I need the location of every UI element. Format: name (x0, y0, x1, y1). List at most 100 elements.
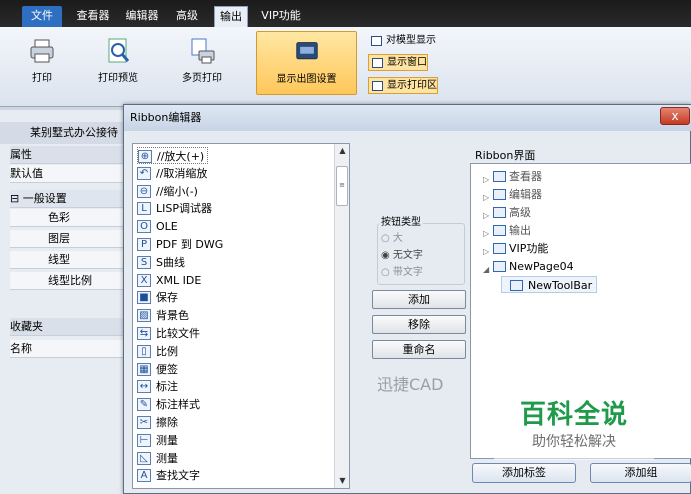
display-window-button[interactable]: 显示窗口 (368, 54, 428, 71)
property-layer[interactable]: 图层 (10, 230, 134, 248)
sticky-note-icon: ▦ (137, 362, 151, 376)
command-item[interactable]: ↶ //取消缩放 (137, 165, 207, 182)
command-label: 测量 (156, 433, 178, 447)
command-item[interactable]: O OLE (137, 218, 178, 235)
print-preview-button[interactable]: 打印预览 (88, 37, 148, 84)
display-print-area-icon (372, 81, 383, 91)
close-button[interactable]: x (660, 107, 690, 125)
add-tab-button[interactable]: 添加标签 (472, 463, 576, 483)
printer-icon (30, 39, 54, 63)
erase-icon: ✂ (137, 416, 151, 429)
add-button[interactable]: 添加 (372, 290, 466, 309)
command-item[interactable]: ↔ 标注 (137, 378, 178, 395)
display-window-label: 显示窗口 (387, 57, 427, 68)
command-item[interactable]: ▯ 比例 (137, 343, 178, 360)
scroll-thumb[interactable]: ≡ (336, 166, 348, 206)
command-item[interactable]: ✎ 标注样式 (137, 396, 200, 413)
command-item[interactable]: ✂ 擦除 (137, 414, 178, 431)
monitor-icon (295, 42, 318, 60)
command-label: XML IDE (156, 273, 202, 287)
model-display-label: 对模型显示 (386, 35, 436, 46)
command-label: 便签 (156, 362, 178, 376)
show-output-settings-label: 显示出图设置 (276, 74, 337, 85)
tree-node-vip[interactable]: ▷ VIP功能 (483, 240, 548, 257)
print-label: 打印 (32, 73, 52, 84)
command-label: 比例 (156, 344, 178, 358)
tab-file[interactable]: 文件 (22, 6, 62, 27)
general-settings-group[interactable]: ⊟ 一般设置 (10, 190, 126, 208)
model-display-icon (371, 36, 382, 46)
scroll-down-icon[interactable]: ▼ (335, 474, 350, 488)
property-linetype[interactable]: 线型 (10, 251, 134, 269)
ole-icon: O (137, 220, 151, 234)
radio-large[interactable]: ○ 大 (381, 229, 403, 244)
display-print-area-button[interactable]: 显示打印区 (368, 77, 438, 94)
drawing-title: 某别墅式办公接待 (0, 122, 134, 144)
command-item[interactable]: ■ 保存 (137, 289, 178, 306)
model-display-button[interactable]: 对模型显示 (368, 33, 436, 50)
command-item[interactable]: S S曲线 (137, 254, 185, 271)
command-label: 保存 (156, 291, 178, 305)
zoom-in-icon: ⊕ (138, 150, 152, 163)
scroll-up-icon[interactable]: ▲ (335, 144, 350, 158)
command-item[interactable]: ⊖ //缩小(-) (137, 183, 198, 200)
page-icon (493, 189, 506, 200)
xml-ide-icon: X (137, 273, 151, 287)
property-color[interactable]: 色彩 (10, 209, 134, 227)
command-label: //放大(+) (157, 150, 205, 163)
command-item[interactable]: ▦ 便签 (137, 361, 178, 378)
tab-output[interactable]: 输出 (214, 6, 248, 27)
tab-vip[interactable]: VIP功能 (258, 6, 304, 27)
command-item[interactable]: A 查找文字 (137, 467, 200, 484)
command-label: 标注 (156, 380, 178, 394)
collapse-icon[interactable]: ◢ (483, 261, 489, 278)
command-item[interactable]: ⊕ //放大(+) (137, 147, 209, 164)
command-label: LISP调试器 (156, 202, 212, 216)
command-item[interactable]: L LISP调试器 (137, 200, 212, 217)
radio-no-text[interactable]: ◉ 无文字 (381, 246, 423, 261)
command-label: 标注样式 (156, 398, 200, 412)
dimension-style-icon: ✎ (137, 398, 151, 412)
radio-with-text[interactable]: ○ 带文字 (381, 263, 423, 278)
remove-button[interactable]: 移除 (372, 315, 466, 334)
command-list-scrollbar[interactable]: ▲ ≡ ▼ (334, 144, 349, 488)
properties-header: 属性 (10, 146, 126, 164)
show-output-settings-button[interactable]: 显示出图设置 (256, 31, 357, 95)
measure-angle-icon: ◺ (137, 451, 151, 465)
tree-node-newtoolbar[interactable]: NewToolBar (501, 276, 598, 293)
tree-node-output[interactable]: ▷ 输出 (483, 222, 531, 239)
s-curve-icon: S (137, 255, 151, 269)
compare-files-icon: ⇆ (137, 327, 151, 340)
tab-advanced[interactable]: 高级 (172, 6, 202, 27)
tree-node-editor[interactable]: ▷ 编辑器 (483, 186, 542, 203)
command-label: //缩小(-) (156, 184, 198, 198)
page-icon (493, 171, 506, 182)
command-item[interactable]: ⇆ 比较文件 (137, 325, 200, 342)
command-label: S曲线 (156, 255, 185, 269)
command-item[interactable]: P PDF 到 DWG (137, 236, 223, 253)
command-item[interactable]: ◺ 测量 (137, 450, 178, 467)
multipage-print-button[interactable]: 多页打印 (172, 37, 232, 84)
page-icon (493, 261, 506, 272)
tree-node-newpage04[interactable]: ◢ NewPage04 (483, 258, 574, 275)
default-value-select[interactable]: 默认值 (10, 165, 126, 183)
property-linetype-scale[interactable]: 线型比例 (10, 272, 134, 290)
command-label: 比较文件 (156, 327, 200, 340)
print-button[interactable]: 打印 (18, 37, 66, 84)
command-label: //取消缩放 (156, 166, 208, 180)
command-item[interactable]: ▨ 背景色 (137, 307, 189, 324)
dimension-icon: ↔ (137, 380, 151, 394)
tab-viewer[interactable]: 查看器 (72, 6, 114, 27)
tree-node-viewer[interactable]: ▷ 查看器 (483, 168, 542, 185)
command-list[interactable]: ⊕ //放大(+) ↶ //取消缩放 ⊖ //缩小(-) L LISP调试器 O OLE P PDF … (132, 143, 350, 489)
command-item[interactable]: X XML IDE (137, 272, 201, 289)
page-icon (493, 225, 506, 236)
rename-button[interactable]: 重命名 (372, 340, 466, 359)
command-item[interactable]: ⊢ 测量 (137, 432, 178, 449)
tree-node-advanced[interactable]: ▷ 高级 (483, 204, 531, 221)
command-label: 擦除 (156, 416, 178, 429)
brand-label: 迅捷CAD (377, 375, 444, 394)
add-group-button[interactable]: 添加组 (590, 463, 691, 483)
multipage-print-label: 多页打印 (182, 73, 222, 84)
tab-editor[interactable]: 编辑器 (122, 6, 162, 27)
